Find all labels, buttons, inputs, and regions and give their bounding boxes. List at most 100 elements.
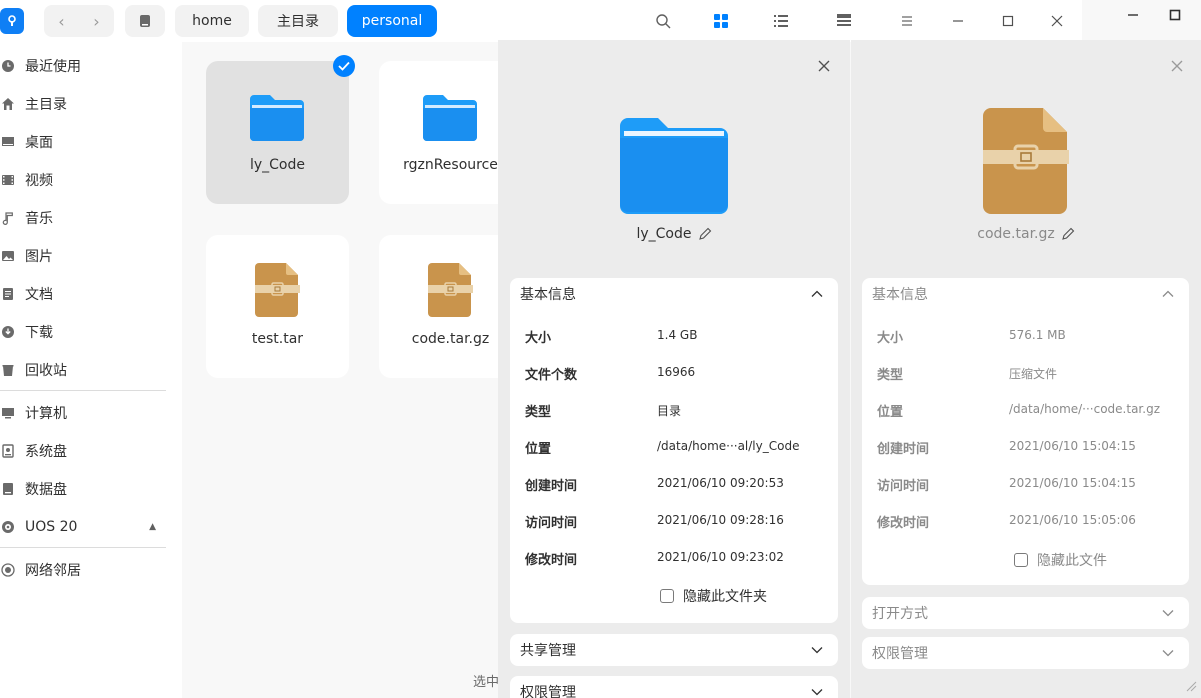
sidebar-item-uos-disc[interactable]: UOS 20 ▲ (0, 512, 170, 542)
share-management-card[interactable]: 共享管理 (510, 634, 838, 666)
maximize-icon (1169, 9, 1181, 21)
detail-view-button[interactable] (833, 10, 855, 32)
chevron-left-icon: ‹ (58, 11, 65, 31)
permission-header: 权限管理 (872, 637, 928, 669)
dialog-file-name: code.tar.gz (851, 226, 1201, 242)
close-icon (1051, 15, 1063, 27)
breadcrumb-disk[interactable] (125, 5, 165, 37)
chevron-down-icon (1162, 650, 1174, 657)
maximize-button[interactable] (998, 11, 1018, 31)
menu-button[interactable] (896, 10, 918, 32)
list-view-button[interactable] (770, 10, 792, 32)
disk-icon (0, 443, 16, 459)
properties-dialog-ly-code: ly_Code 基本信息 大小 1.4 GB 文件个数 16966 类型 目录 … (498, 40, 850, 698)
hide-file-checkbox[interactable]: 隐藏此文件 (1014, 550, 1107, 570)
pencil-icon[interactable] (1061, 227, 1075, 241)
chevron-up-icon[interactable] (810, 287, 824, 301)
sidebar-item-documents[interactable]: 文档 (0, 279, 170, 309)
dialog-close-button[interactable] (814, 56, 834, 76)
close-window-button[interactable] (1047, 11, 1067, 31)
detail-panel-icon (837, 14, 851, 26)
sidebar-item-label: 系统盘 (25, 444, 67, 460)
chevron-right-icon: › (93, 11, 100, 31)
file-item-test-tar[interactable]: test.tar (206, 235, 349, 378)
sidebar-item-desktop[interactable]: 桌面 (0, 127, 170, 157)
info-key: 位置 (877, 405, 904, 420)
section-title: 打开方式 (872, 606, 928, 622)
pencil-icon[interactable] (698, 227, 712, 241)
info-value: 16966 (657, 365, 696, 379)
section-title: 权限管理 (520, 685, 576, 698)
file-name: test.tar (251, 331, 304, 347)
sidebar-item-system-disk[interactable]: 系统盘 (0, 436, 170, 466)
background-maximize-button[interactable] (1167, 7, 1183, 23)
hide-folder-checkbox[interactable]: 隐藏此文件夹 (660, 586, 767, 606)
download-icon (0, 324, 16, 340)
file-name-label: code.tar.gz (977, 226, 1055, 242)
info-value: 2021/06/10 09:28:16 (657, 513, 784, 527)
breadcrumb-personal[interactable]: personal (347, 5, 437, 37)
breadcrumb-main-dir[interactable]: 主目录 (258, 5, 338, 37)
sidebar-item-computer[interactable]: 计算机 (0, 398, 170, 428)
background-minimize-button[interactable] (1125, 7, 1141, 23)
folder-icon (423, 95, 477, 141)
permission-management-card[interactable]: 权限管理 (510, 676, 838, 698)
sidebar-item-network[interactable]: 网络邻居 (0, 555, 170, 585)
sidebar-item-videos[interactable]: 视频 (0, 165, 170, 195)
icon-view-button[interactable] (710, 10, 732, 32)
sidebar-item-music[interactable]: 音乐 (0, 203, 170, 233)
picture-icon (0, 248, 16, 264)
sidebar-divider (0, 390, 166, 391)
sidebar-item-label: 桌面 (25, 135, 53, 151)
file-manager-app-icon[interactable] (0, 8, 24, 34)
sidebar-item-home[interactable]: 主目录 (0, 89, 170, 119)
back-button[interactable]: ‹ (44, 5, 79, 37)
forward-button[interactable]: › (79, 5, 114, 37)
chevron-down-icon (811, 689, 823, 696)
info-key: 类型 (877, 368, 904, 383)
sidebar-item-data-disk[interactable]: 数据盘 (0, 474, 170, 504)
minimize-icon (1128, 14, 1138, 16)
file-item-ly-code[interactable]: ly_Code (206, 61, 349, 204)
info-key: 文件个数 (525, 368, 578, 383)
status-bar-text: 选中 (473, 675, 500, 690)
sidebar-item-downloads[interactable]: 下载 (0, 317, 170, 347)
info-key: 创建时间 (877, 442, 930, 457)
info-value: 2021/06/10 15:04:15 (1009, 439, 1136, 453)
info-key: 创建时间 (525, 479, 578, 494)
sidebar-item-trash[interactable]: 回收站 (0, 355, 170, 385)
info-value: /data/home···al/ly_Code (657, 439, 800, 453)
clock-icon (0, 58, 16, 74)
eject-icon[interactable]: ▲ (149, 522, 156, 532)
chevron-up-icon[interactable] (1161, 287, 1175, 301)
info-value: 2021/06/10 15:04:15 (1009, 476, 1136, 490)
sidebar-item-label: 主目录 (25, 97, 67, 113)
sidebar-item-recent[interactable]: 最近使用 (0, 51, 170, 81)
sidebar-item-label: UOS 20 (25, 519, 78, 535)
basic-info-header[interactable]: 基本信息 (872, 278, 928, 310)
archive-icon (983, 108, 1069, 214)
permission-management-card[interactable]: 权限管理 (862, 637, 1189, 669)
selected-check-icon (333, 55, 355, 77)
file-name: ly_Code (249, 157, 305, 173)
dialog-close-button[interactable] (1167, 56, 1187, 76)
menu-icon (902, 16, 912, 26)
computer-icon (0, 405, 16, 421)
info-value: 1.4 GB (657, 328, 698, 342)
sidebar-item-label: 下载 (25, 325, 53, 341)
basic-info-header[interactable]: 基本信息 (520, 278, 576, 310)
open-with-header: 打开方式 (872, 597, 928, 629)
section-title: 基本信息 (872, 287, 928, 303)
resize-grip-icon[interactable] (1185, 680, 1197, 692)
close-icon (818, 60, 830, 72)
breadcrumb-home[interactable]: home (175, 5, 249, 37)
info-key: 类型 (525, 405, 552, 420)
minimize-button[interactable] (948, 11, 968, 31)
sidebar-item-pictures[interactable]: 图片 (0, 241, 170, 271)
open-with-card[interactable]: 打开方式 (862, 597, 1189, 629)
checkbox-box (1014, 553, 1028, 567)
sidebar-item-label: 视频 (25, 173, 53, 189)
search-button[interactable] (652, 10, 674, 32)
properties-dialog-code-tar-gz: code.tar.gz 基本信息 大小 576.1 MB 类型 压缩文件 位置 … (851, 40, 1201, 698)
sidebar-item-label: 最近使用 (25, 59, 81, 75)
